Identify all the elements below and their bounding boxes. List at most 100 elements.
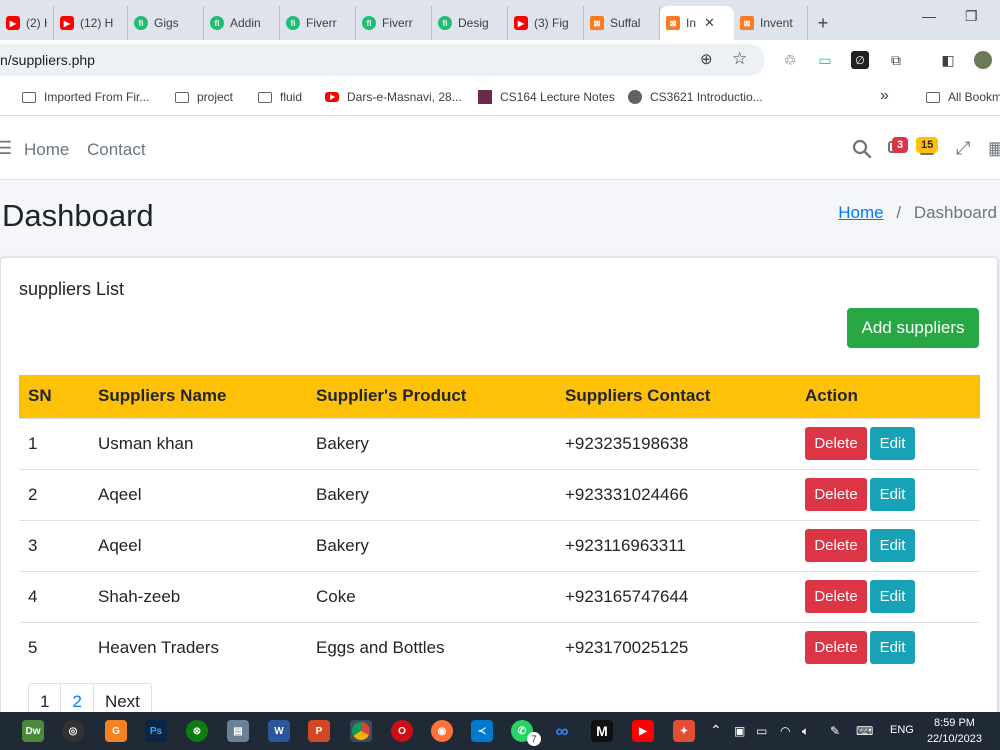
puzzle-icon[interactable]: ⧉	[887, 51, 905, 69]
word-icon[interactable]: W	[268, 720, 290, 742]
app-icon[interactable]: ✦	[673, 720, 695, 742]
url-text: n/suppliers.php	[0, 52, 95, 68]
zoom-icon[interactable]: ⊕	[700, 50, 713, 68]
bookmark-label: Imported From Fir...	[44, 90, 150, 104]
recycle-extension-icon[interactable]: ♲	[781, 51, 799, 69]
obs-icon[interactable]: ◎	[62, 720, 84, 742]
edit-button[interactable]: Edit	[870, 580, 915, 613]
dreamweaver-icon[interactable]: Dw	[22, 720, 44, 742]
bookmark-folder[interactable]: Imported From Fir...	[22, 90, 149, 104]
keyboard-icon[interactable]: ⌨	[856, 724, 873, 738]
cell-name: Usman khan	[89, 417, 307, 469]
battery-icon[interactable]: ▭	[756, 724, 767, 738]
nav-link-home[interactable]: Home	[24, 140, 69, 160]
bookmark-folder[interactable]: project	[175, 90, 233, 104]
url-field[interactable]: n/suppliers.php	[0, 44, 765, 76]
cell-contact: +923235198638	[556, 417, 796, 469]
side-panel-icon[interactable]: ◧	[939, 51, 957, 69]
cell-product: Eggs and Bottles	[307, 621, 556, 673]
breadcrumb-home-link[interactable]: Home	[838, 203, 883, 222]
browser-tab[interactable]: fi Gigs	[128, 6, 204, 40]
tab-label: (12) H	[80, 16, 114, 30]
pen-icon[interactable]: ✎	[830, 724, 840, 738]
browser-tab[interactable]: ▶ (12) H	[54, 6, 128, 40]
bookmark-link[interactable]: CS164 Lecture Notes	[478, 90, 615, 104]
clock[interactable]: 8:59 PM 22/10/2023	[927, 715, 982, 747]
suppliers-table: SN Suppliers Name Supplier's Product Sup…	[19, 375, 980, 673]
chevron-up-icon[interactable]: ⌃	[710, 722, 722, 739]
youtube-icon[interactable]: ▶	[632, 720, 654, 742]
cell-action: Delete Edit	[796, 519, 980, 571]
delete-button[interactable]: Delete	[805, 427, 867, 460]
delete-button[interactable]: Delete	[805, 529, 867, 562]
cell-product: Coke	[307, 570, 556, 622]
star-icon[interactable]: ☆	[732, 49, 747, 69]
minimize-icon[interactable]: —	[922, 8, 936, 24]
cell-sn: 4	[19, 570, 89, 622]
browser-tab[interactable]: fi Addin	[204, 6, 280, 40]
all-bookmarks-folder[interactable]: All Bookm	[926, 90, 1000, 104]
bookmark-folder[interactable]: fluid	[258, 90, 302, 104]
browser-tab[interactable]: ▶ (3) Fig	[508, 6, 584, 40]
profile-avatar[interactable]	[974, 51, 992, 69]
cell-contact: +923170025125	[556, 621, 796, 673]
youtube-icon: ▶	[60, 16, 74, 30]
close-tab-icon[interactable]: ✕	[704, 15, 715, 31]
fiverr-icon: fi	[362, 16, 376, 30]
edit-button[interactable]: Edit	[870, 631, 915, 665]
volume-icon[interactable]: 🔈︎	[802, 724, 809, 739]
delete-button[interactable]: Delete	[805, 631, 867, 665]
browser-tab[interactable]: ⊠ Invent	[734, 6, 808, 40]
meta-icon[interactable]: ∞	[551, 720, 573, 742]
fullscreen-icon[interactable]: ⤢	[956, 138, 970, 159]
browser-tab[interactable]: ▶ (2) Ho	[0, 6, 54, 40]
messages-button[interactable]: 3	[888, 137, 912, 159]
language-indicator[interactable]: ENG	[890, 724, 914, 736]
search-icon[interactable]	[852, 139, 872, 159]
bookmarks-more-button[interactable]: »	[880, 87, 889, 105]
bookmark-link[interactable]: Dars-e-Masnavi, 28...	[325, 90, 462, 104]
breadcrumb: Home / Dashboard	[838, 203, 997, 223]
delete-button[interactable]: Delete	[805, 580, 867, 613]
restore-icon[interactable]: ❐	[965, 8, 978, 25]
browser-tab-active[interactable]: ⊠ In ✕	[660, 6, 734, 40]
edit-button[interactable]: Edit	[870, 427, 915, 460]
bookmark-link[interactable]: CS3621 Introductio...	[628, 90, 763, 104]
notepad-icon[interactable]: ▤	[227, 720, 249, 742]
new-tab-button[interactable]: +	[808, 6, 838, 40]
firefox-icon[interactable]: ◉	[431, 720, 453, 742]
vscode-icon[interactable]: ≺	[471, 720, 493, 742]
grid-icon[interactable]: ▦	[988, 138, 1000, 159]
tray-app-icon[interactable]: ▣	[734, 724, 745, 738]
wifi-icon[interactable]: ◠	[780, 724, 790, 738]
bookmark-icon	[478, 90, 492, 104]
edit-button[interactable]: Edit	[870, 478, 915, 511]
delete-button[interactable]: Delete	[805, 478, 867, 511]
browser-tab[interactable]: fi Fiverr	[280, 6, 356, 40]
extension-icon[interactable]: ∅	[851, 51, 869, 69]
nav-link-contact[interactable]: Contact	[87, 140, 146, 160]
xbox-icon[interactable]: ⊗	[186, 720, 208, 742]
opera-icon[interactable]: O	[391, 720, 413, 742]
photoshop-icon[interactable]: Ps	[145, 720, 167, 742]
app-icon[interactable]: G	[105, 720, 127, 742]
tab-label: Fiverr	[382, 16, 413, 30]
column-header-contact: Suppliers Contact	[565, 386, 711, 406]
browser-tab[interactable]: ⊠ Suffal	[584, 6, 660, 40]
column-header-name: Suppliers Name	[98, 386, 227, 406]
table-row: 1 Usman khan Bakery +923235198638 Delete…	[19, 417, 980, 469]
table-row: 2 Aqeel Bakery +923331024466 Delete Edit	[19, 468, 980, 520]
notifications-button[interactable]: 15	[916, 137, 946, 159]
edit-button[interactable]: Edit	[870, 529, 915, 562]
browser-tab[interactable]: fi Desig	[432, 6, 508, 40]
address-bar: n/suppliers.php ⊕ ☆ ♲ ▭ ∅ ⧉ ◧	[0, 40, 1000, 80]
tab-label: Addin	[230, 16, 261, 30]
app-m-icon[interactable]: M	[591, 720, 613, 742]
menu-icon[interactable]: ☰	[0, 138, 12, 159]
add-suppliers-button[interactable]: Add suppliers	[847, 308, 979, 348]
folder-extension-icon[interactable]: ▭	[816, 51, 834, 69]
chrome-icon[interactable]	[350, 720, 372, 742]
bookmark-label: fluid	[280, 90, 303, 104]
browser-tab[interactable]: fi Fiverr	[356, 6, 432, 40]
powerpoint-icon[interactable]: P	[308, 720, 330, 742]
